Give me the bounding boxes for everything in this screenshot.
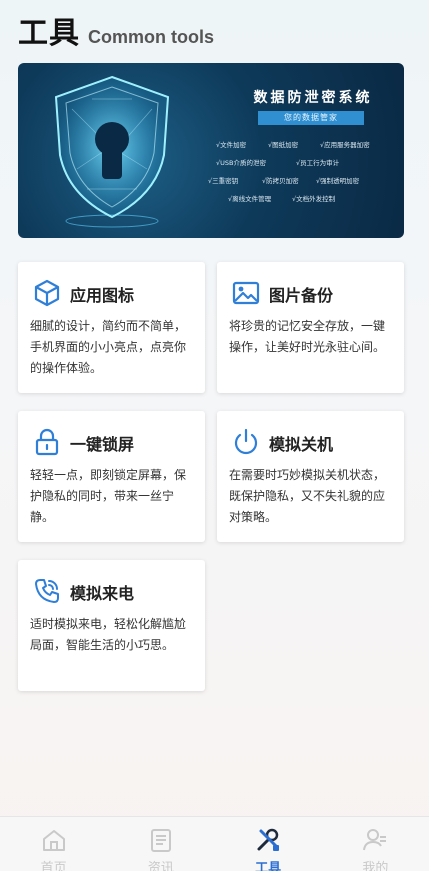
shield-keyhole-icon [54,75,170,228]
card-title: 模拟关机 [269,435,334,454]
banner-feature: √离线文件管理 [228,195,272,203]
promo-banner[interactable]: 数据防泄密系统 您的数据管家 √文件加密 √图纸加密 √应用服务器加密 √USB… [18,63,404,238]
document-icon [150,829,171,852]
card-description: 细腻的设计，简约而不简单，手机界面的小小亮点，点亮你的操作体验。 [30,319,187,375]
tab-tools[interactable]: 工具 [215,817,322,871]
banner-feature: √文件加密 [216,141,247,149]
user-icon [363,829,387,851]
banner-feature: √员工行为审计 [296,159,340,167]
lock-icon [35,428,59,456]
banner-feature: √图纸加密 [268,141,299,149]
page-subtitle: Common tools [88,27,214,47]
image-icon [232,281,260,305]
home-icon [42,830,65,851]
card-description: 在需要时巧妙模拟关机状态，既保护隐私，又不失礼貌的应对策略。 [229,468,386,524]
cube-icon [34,279,60,307]
banner-feature: √USB介质的泄密 [216,159,266,167]
banner-title: 数据防泄密系统 [253,90,373,106]
page-title: 工具 [18,16,80,51]
banner-tag: 您的数据管家 [258,111,364,125]
tab-label: 工具 [255,861,282,871]
bottom-tab-bar: 首页 资讯 工具 我的 [0,816,429,871]
tool-card-app-icon[interactable]: 应用图标 细腻的设计，简约而不简单，手机界面的小小亮点，点亮你的操作体验。 [18,262,205,393]
card-description: 适时模拟来电，轻松化解尴尬局面，智能生活的小巧思。 [30,617,187,652]
tab-profile[interactable]: 我的 [322,817,429,871]
card-description: 轻轻一点，即刻锁定屏幕，保护隐私的同时，带来一丝宁静。 [30,468,187,524]
tab-news[interactable]: 资讯 [107,817,214,871]
card-title: 图片备份 [269,286,334,305]
card-title: 应用图标 [70,286,135,305]
banner-feature: √强制透明加密 [316,177,360,185]
tool-card-image-backup[interactable]: 图片备份 将珍贵的记忆安全存放，一键操作，让美好时光永驻心间。 [217,262,404,393]
tab-label: 首页 [40,861,67,871]
phone-icon [35,579,59,603]
card-title: 一键锁屏 [70,435,135,454]
tools-icon [257,828,280,851]
tab-label: 我的 [362,861,389,871]
tool-card-lock-screen[interactable]: 一键锁屏 轻轻一点，即刻锁定屏幕，保护隐私的同时，带来一丝宁静。 [18,411,205,542]
banner-feature: √三重密钥 [208,177,239,185]
power-icon [234,428,258,455]
tab-label: 资讯 [147,861,174,871]
card-title: 模拟来电 [70,584,135,603]
tool-card-fake-call[interactable]: 模拟来电 适时模拟来电，轻松化解尴尬局面，智能生活的小巧思。 [18,560,205,691]
tool-card-fake-shutdown[interactable]: 模拟关机 在需要时巧妙模拟关机状态，既保护隐私，又不失礼貌的应对策略。 [217,411,404,542]
tab-home[interactable]: 首页 [0,817,107,871]
page-header: 工具 Common tools [18,8,214,52]
banner-feature: √应用服务器加密 [320,141,370,149]
banner-feature: √文档外发控制 [292,195,336,203]
banner-feature: √防拷贝加密 [262,177,299,185]
card-description: 将珍贵的记忆安全存放，一键操作，让美好时光永驻心间。 [229,319,386,354]
